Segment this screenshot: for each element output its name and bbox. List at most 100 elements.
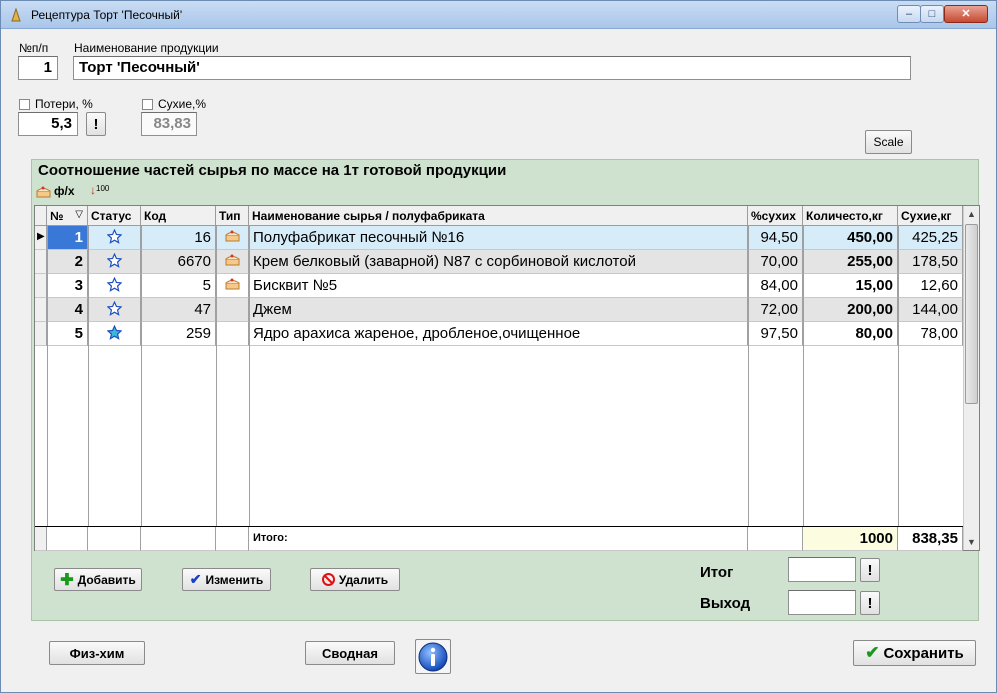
cell-num: 4 — [47, 298, 88, 322]
footer-qty: 1000 — [803, 527, 898, 551]
row-indicator[interactable] — [35, 298, 47, 322]
maximize-button[interactable]: □ — [920, 5, 944, 23]
num-label: №п/п — [19, 41, 49, 55]
scroll-thumb[interactable] — [965, 224, 978, 404]
dry-label: Сухие,% — [158, 97, 207, 111]
composition-panel: Соотношение частей сырья по массе на 1т … — [31, 159, 980, 621]
table-row[interactable]: ▶ 1 16 Полуфабрикат песочный №16 94,50 450,00… — [35, 226, 963, 250]
cell-name: Ядро арахиса жареное, дробленое,очищенно… — [249, 322, 748, 346]
type-cell — [216, 322, 249, 346]
star-icon — [88, 274, 141, 298]
total-label: Итог — [700, 564, 734, 581]
cell-dry-kg: 12,60 — [898, 274, 963, 298]
scroll-down-icon[interactable]: ▼ — [964, 534, 979, 550]
header-type[interactable]: Тип — [216, 206, 249, 226]
row-indicator[interactable] — [35, 274, 47, 298]
cell-name: Джем — [249, 298, 748, 322]
header-dry-kg[interactable]: Сухие,кг — [898, 206, 963, 226]
grid-scrollbar[interactable]: ▲ ▼ — [963, 206, 979, 550]
cell-name: Бисквит №5 — [249, 274, 748, 298]
losses-label: Потери, % — [35, 97, 93, 111]
cell-code: 16 — [141, 226, 216, 250]
cell-code: 259 — [141, 322, 216, 346]
minimize-button[interactable]: – — [897, 5, 921, 23]
cake-icon — [216, 226, 249, 250]
type-cell — [216, 298, 249, 322]
table-row[interactable]: 4 47 Джем 72,00 200,00 144,00 — [35, 298, 963, 322]
num-field[interactable]: 1 — [18, 56, 58, 80]
cell-code: 47 — [141, 298, 216, 322]
row-indicator[interactable] — [35, 250, 47, 274]
losses-calc-button[interactable]: ! — [86, 112, 106, 136]
cell-num: 5 — [47, 322, 88, 346]
cake-icon — [36, 186, 51, 197]
header-num[interactable]: № ▽ — [47, 206, 88, 226]
cell-qty: 450,00 — [803, 226, 898, 250]
dry-field[interactable]: 83,83 — [141, 112, 197, 136]
header-status[interactable]: Статус — [88, 206, 141, 226]
cell-num: 2 — [47, 250, 88, 274]
table-row[interactable]: 5 259 Ядро арахиса жареное, дробленое,очищ… — [35, 322, 963, 346]
info-button[interactable] — [415, 639, 451, 674]
add-button[interactable]: ✚ Добавить — [54, 568, 142, 591]
output-field[interactable] — [788, 590, 856, 615]
losses-checkbox[interactable] — [19, 99, 30, 110]
cell-name: Полуфабрикат песочный №16 — [249, 226, 748, 250]
total-field[interactable] — [788, 557, 856, 582]
row-indicator[interactable] — [35, 322, 47, 346]
check-icon: ✔ — [189, 571, 202, 587]
edit-button[interactable]: ✔ Изменить — [182, 568, 271, 591]
save-button[interactable]: ✔ Сохранить — [853, 640, 976, 666]
dry-checkbox[interactable] — [142, 99, 153, 110]
ingredients-grid: № ▽ Статус Код Тип Наименование сырья / п… — [34, 205, 980, 551]
header-qty[interactable]: Количесто,кг — [803, 206, 898, 226]
close-button[interactable]: ✕ — [944, 5, 988, 23]
delete-button[interactable]: Удалить — [310, 568, 400, 591]
plus-icon: ✚ — [60, 571, 74, 589]
cell-dry-pct: 97,50 — [748, 322, 803, 346]
current-row-icon: ▶ — [37, 231, 45, 242]
cell-qty: 15,00 — [803, 274, 898, 298]
footer-label: Итого: — [249, 527, 748, 551]
cell-qty: 200,00 — [803, 298, 898, 322]
cake-icon — [216, 274, 249, 298]
cell-dry-pct: 70,00 — [748, 250, 803, 274]
losses-field[interactable]: 5,3 — [18, 112, 78, 136]
total-calc-button[interactable]: ! — [860, 558, 880, 582]
name-label: Наименование продукции — [74, 41, 219, 55]
cell-qty: 80,00 — [803, 322, 898, 346]
window-title: Рецептура Торт 'Песочный' — [31, 8, 183, 22]
sort-toolbar-button[interactable]: ↓ 100 — [90, 184, 109, 196]
star-icon — [88, 250, 141, 274]
header-code[interactable]: Код — [141, 206, 216, 226]
grid-footer: Итого: 1000 838,35 — [35, 526, 963, 551]
scale-button[interactable]: Scale — [865, 130, 912, 154]
app-icon — [11, 8, 21, 22]
output-calc-button[interactable]: ! — [860, 591, 880, 615]
cell-dry-kg: 178,50 — [898, 250, 963, 274]
cake-icon — [216, 250, 249, 274]
sort-label: 100 — [96, 184, 110, 193]
header-name[interactable]: Наименование сырья / полуфабриката — [249, 206, 748, 226]
forbidden-icon — [321, 573, 335, 586]
table-row[interactable]: 3 5 Бисквит №5 84,00 15,00 12,60 — [35, 274, 963, 298]
physchem-button[interactable]: Физ-хим — [49, 641, 145, 665]
row-indicator[interactable]: ▶ — [35, 226, 47, 250]
star-icon — [88, 322, 141, 346]
table-row[interactable]: 2 6670 Крем белковый (заварной) N87 с сорб… — [35, 250, 963, 274]
cell-num: 3 — [47, 274, 88, 298]
cell-code: 5 — [141, 274, 216, 298]
sort-marker-icon: ▽ — [75, 209, 83, 220]
cell-code: 6670 — [141, 250, 216, 274]
scroll-up-icon[interactable]: ▲ — [964, 206, 979, 222]
phx-label: ф/х — [54, 184, 75, 198]
panel-title: Соотношение частей сырья по массе на 1т … — [38, 162, 507, 179]
product-name-field[interactable]: Торт 'Песочный' — [73, 56, 911, 80]
header-dry-pct[interactable]: %сухих — [748, 206, 803, 226]
cell-dry-kg: 144,00 — [898, 298, 963, 322]
footer-dry: 838,35 — [898, 527, 963, 551]
cell-dry-pct: 72,00 — [748, 298, 803, 322]
summary-button[interactable]: Сводная — [305, 641, 395, 665]
phx-toolbar-button[interactable]: ф/х — [36, 184, 75, 198]
cell-num: 1 — [47, 226, 88, 250]
